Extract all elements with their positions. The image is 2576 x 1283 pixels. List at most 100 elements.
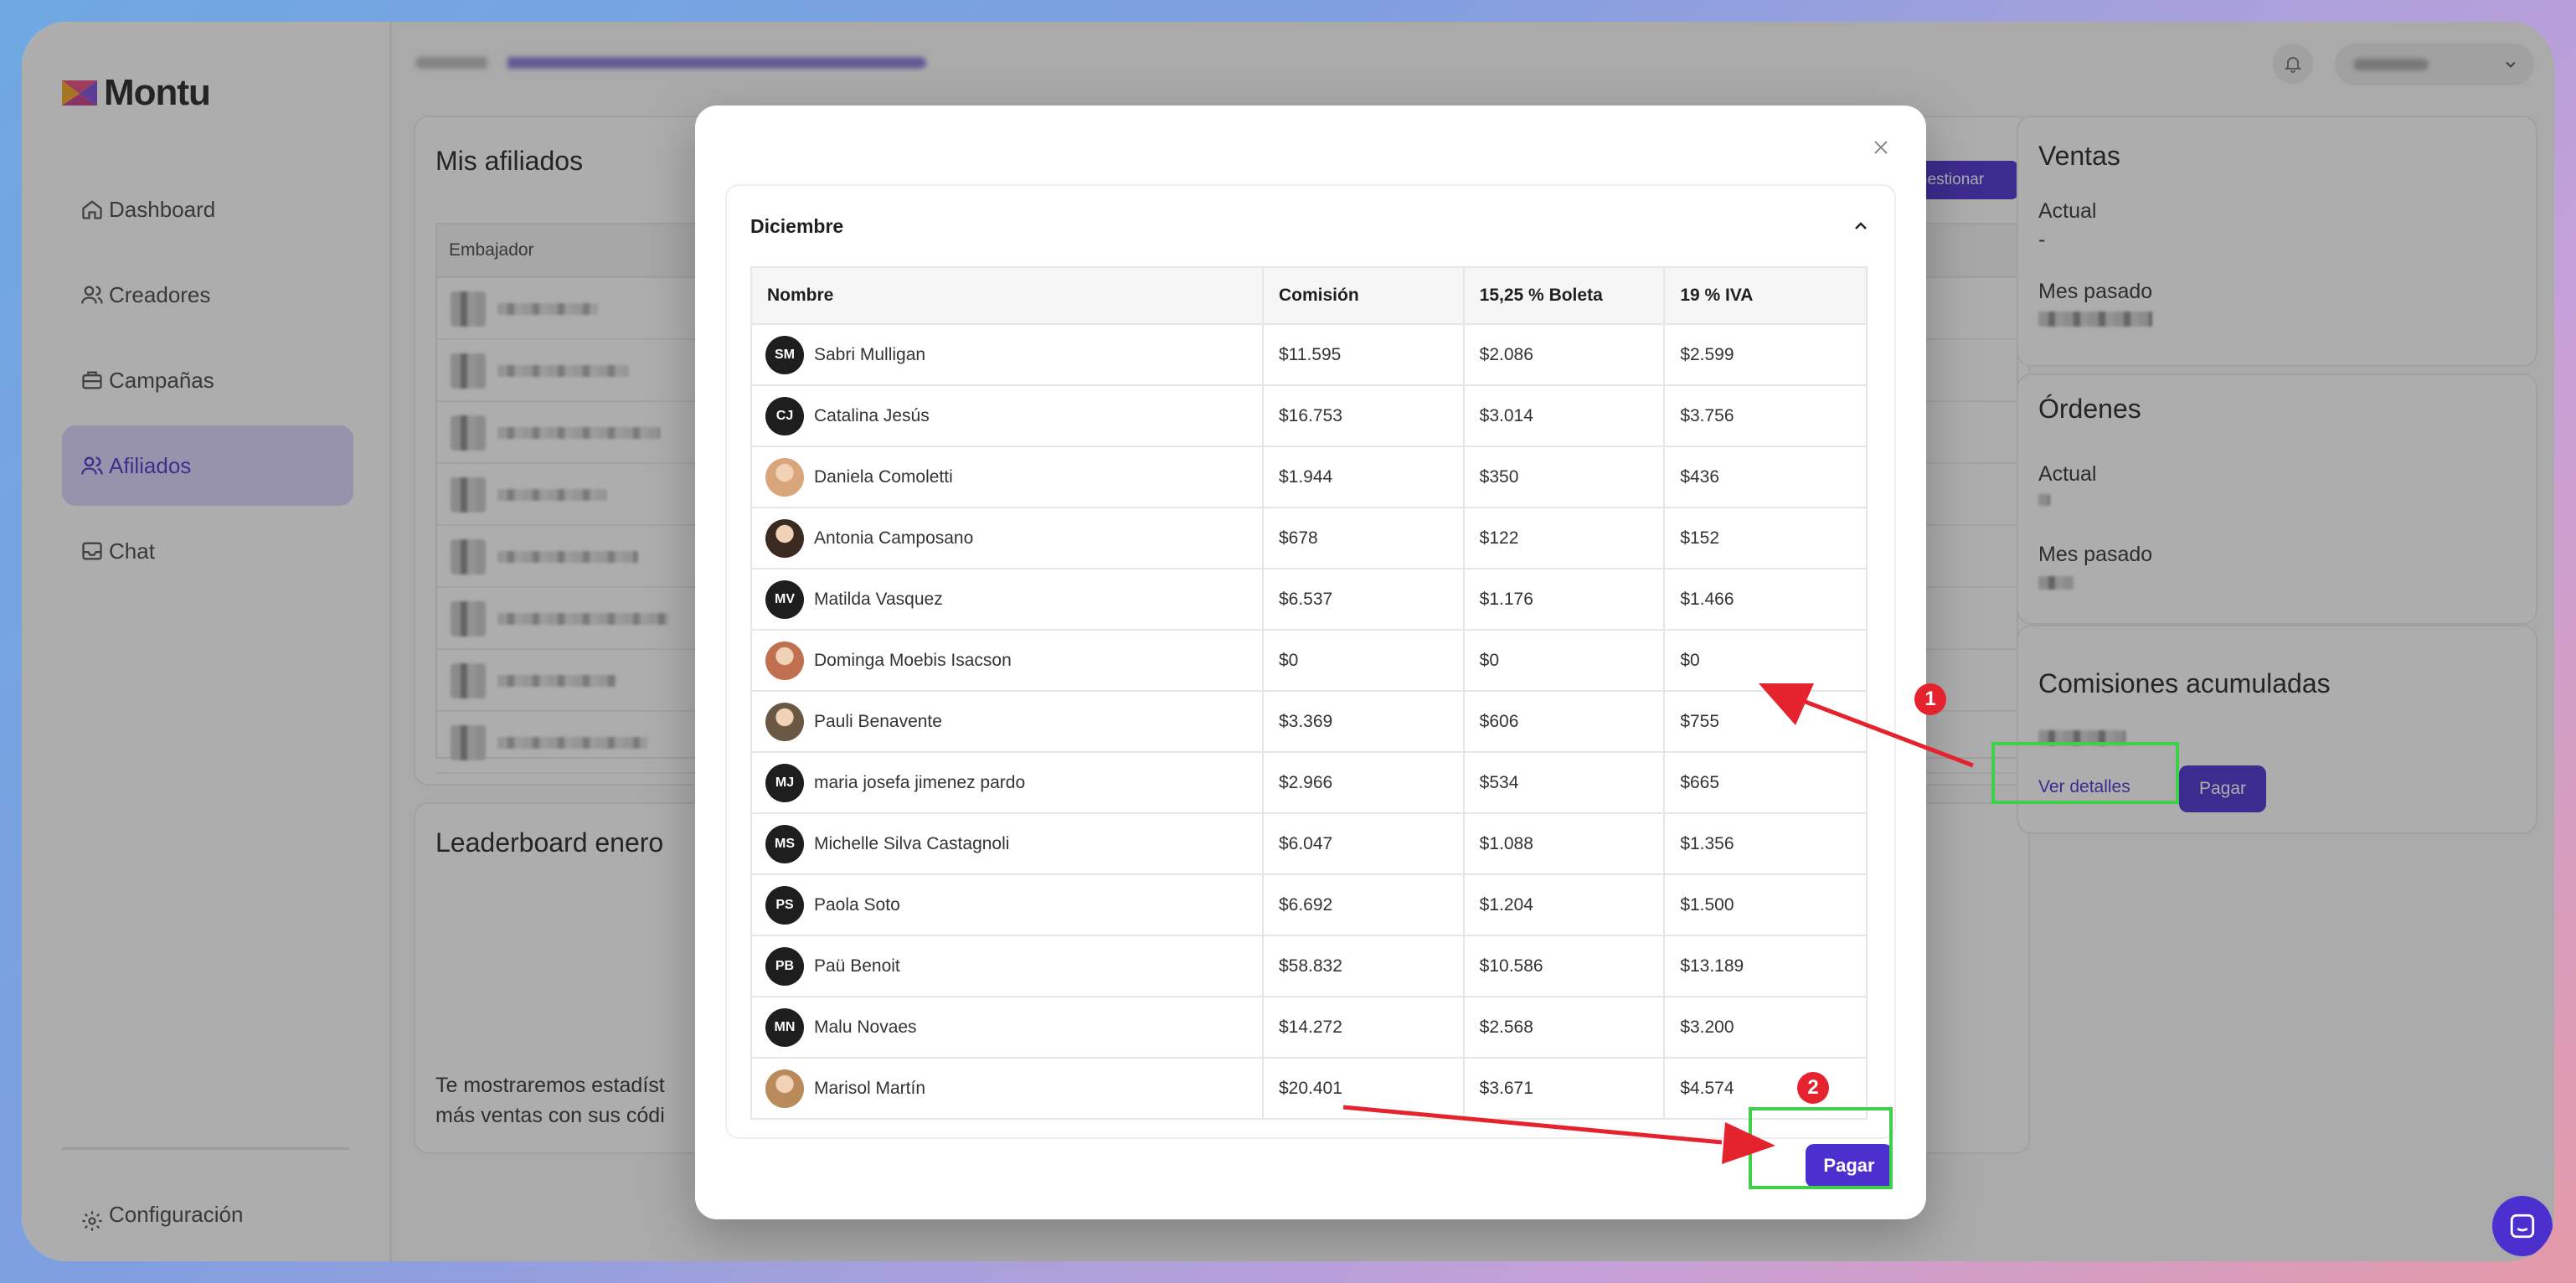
cell-nombre: Pauli Benavente [750,690,1264,753]
column-comision: Comisión [1261,266,1465,325]
table-row: Daniela Comoletti $1.944 $350 $436 [750,446,1868,508]
affiliate-name: Pauli Benavente [814,711,942,731]
accordion-header[interactable]: Diciembre [727,186,1894,266]
cell-iva: $2.599 [1663,323,1868,386]
step-badge-1: 1 [1914,683,1946,715]
accordion-title: Diciembre [750,214,844,237]
affiliate-name: Daniela Comoletti [814,466,953,487]
cell-boleta: $350 [1462,446,1666,508]
cell-comision: $6.047 [1261,812,1465,875]
cell-iva: $3.200 [1663,996,1868,1059]
affiliate-name: Michelle Silva Castagnoli [814,833,1010,853]
chat-icon [2510,1213,2535,1239]
table-row: Pauli Benavente $3.369 $606 $755 [750,690,1868,753]
cell-iva: $755 [1663,690,1868,753]
cell-boleta: $1.176 [1462,568,1666,631]
commissions-table: Nombre Comisión 15,25 % Boleta 19 % IVA … [750,266,1868,1120]
affiliate-name: Marisol Martín [814,1078,926,1098]
cell-comision: $6.537 [1261,568,1465,631]
month-accordion: Diciembre Nombre Comisión 15,25 % Boleta… [725,184,1896,1139]
table-row: Antonia Camposano $678 $122 $152 [750,507,1868,569]
table-row: MN Malu Novaes $14.272 $2.568 $3.200 [750,996,1868,1059]
column-iva: 19 % IVA [1663,266,1868,325]
cell-iva: $3.756 [1663,384,1868,447]
cell-boleta: $3.014 [1462,384,1666,447]
affiliate-name: Paola Soto [814,894,900,915]
cell-iva: $13.189 [1663,935,1868,997]
table-header-row: Nombre Comisión 15,25 % Boleta 19 % IVA [750,266,1868,325]
avatar: MS [765,824,804,863]
table-row: PS Paola Soto $6.692 $1.204 $1.500 [750,873,1868,936]
avatar [765,702,804,741]
avatar [765,1069,804,1108]
column-boleta: 15,25 % Boleta [1462,266,1666,325]
cell-nombre: MV Matilda Vasquez [750,568,1264,631]
cell-iva: $665 [1663,751,1868,814]
affiliate-name: maria josefa jimenez pardo [814,772,1026,792]
cell-nombre: CJ Catalina Jesús [750,384,1264,447]
table-row: SM Sabri Mulligan $11.595 $2.086 $2.599 [750,323,1868,386]
cell-boleta: $1.088 [1462,812,1666,875]
avatar: MN [765,1007,804,1047]
cell-nombre: Antonia Camposano [750,507,1264,569]
cell-boleta: $534 [1462,751,1666,814]
cell-nombre: SM Sabri Mulligan [750,323,1264,386]
cell-comision: $16.753 [1261,384,1465,447]
affiliate-name: Antonia Camposano [814,528,974,548]
cell-nombre: MN Malu Novaes [750,996,1264,1059]
commissions-table-body: SM Sabri Mulligan $11.595 $2.086 $2.599 CJ Cat… [750,323,1868,1120]
avatar: SM [765,335,804,374]
cell-iva: $1.356 [1663,812,1868,875]
cell-boleta: $0 [1462,629,1666,692]
affiliate-name: Paü Benoit [814,956,900,976]
cell-boleta: $606 [1462,690,1666,753]
cell-nombre: MJ maria josefa jimenez pardo [750,751,1264,814]
cell-comision: $0 [1261,629,1465,692]
cell-nombre: PB Paü Benoit [750,935,1264,997]
affiliate-name: Sabri Mulligan [814,344,926,364]
affiliate-name: Dominga Moebis Isacson [814,650,1012,670]
cell-comision: $14.272 [1261,996,1465,1059]
table-row: Dominga Moebis Isacson $0 $0 $0 [750,629,1868,692]
cell-boleta: $2.568 [1462,996,1666,1059]
table-row: CJ Catalina Jesús $16.753 $3.014 $3.756 [750,384,1868,447]
avatar: MV [765,580,804,619]
chevron-up-icon [1855,222,1867,229]
cell-comision: $2.966 [1261,751,1465,814]
cell-nombre: MS Michelle Silva Castagnoli [750,812,1264,875]
table-row: Marisol Martín $20.401 $3.671 $4.574 [750,1057,1868,1120]
cell-iva: $1.500 [1663,873,1868,936]
cell-comision: $1.944 [1261,446,1465,508]
highlight-ver-detalles [1991,742,2179,804]
highlight-modal-pay [1749,1107,1893,1189]
cell-boleta: $3.671 [1462,1057,1666,1120]
cell-nombre: Daniela Comoletti [750,446,1264,508]
affiliate-name: Malu Novaes [814,1017,917,1037]
table-row: MS Michelle Silva Castagnoli $6.047 $1.088 $… [750,812,1868,875]
avatar [765,518,804,558]
column-nombre: Nombre [750,266,1264,325]
cell-comision: $3.369 [1261,690,1465,753]
cell-nombre: PS Paola Soto [750,873,1264,936]
table-row: MJ maria josefa jimenez pardo $2.966 $534 $6… [750,751,1868,814]
cell-boleta: $2.086 [1462,323,1666,386]
table-row: PB Paü Benoit $58.832 $10.586 $13.189 [750,935,1868,997]
cell-iva: $152 [1663,507,1868,569]
avatar [765,457,804,497]
avatar: CJ [765,396,804,435]
cell-comision: $678 [1261,507,1465,569]
support-chat-button[interactable] [2492,1196,2553,1256]
cell-boleta: $122 [1462,507,1666,569]
cell-iva: $1.466 [1663,568,1868,631]
affiliate-name: Matilda Vasquez [814,589,943,609]
step-badge-2: 2 [1797,1072,1829,1104]
close-icon[interactable] [1871,137,1891,157]
cell-comision: $6.692 [1261,873,1465,936]
affiliate-name: Catalina Jesús [814,405,930,425]
table-row: MV Matilda Vasquez $6.537 $1.176 $1.466 [750,568,1868,631]
cell-comision: $11.595 [1261,323,1465,386]
cell-iva: $0 [1663,629,1868,692]
payment-details-modal: Diciembre Nombre Comisión 15,25 % Boleta… [695,106,1926,1219]
avatar [765,641,804,680]
cell-boleta: $10.586 [1462,935,1666,997]
